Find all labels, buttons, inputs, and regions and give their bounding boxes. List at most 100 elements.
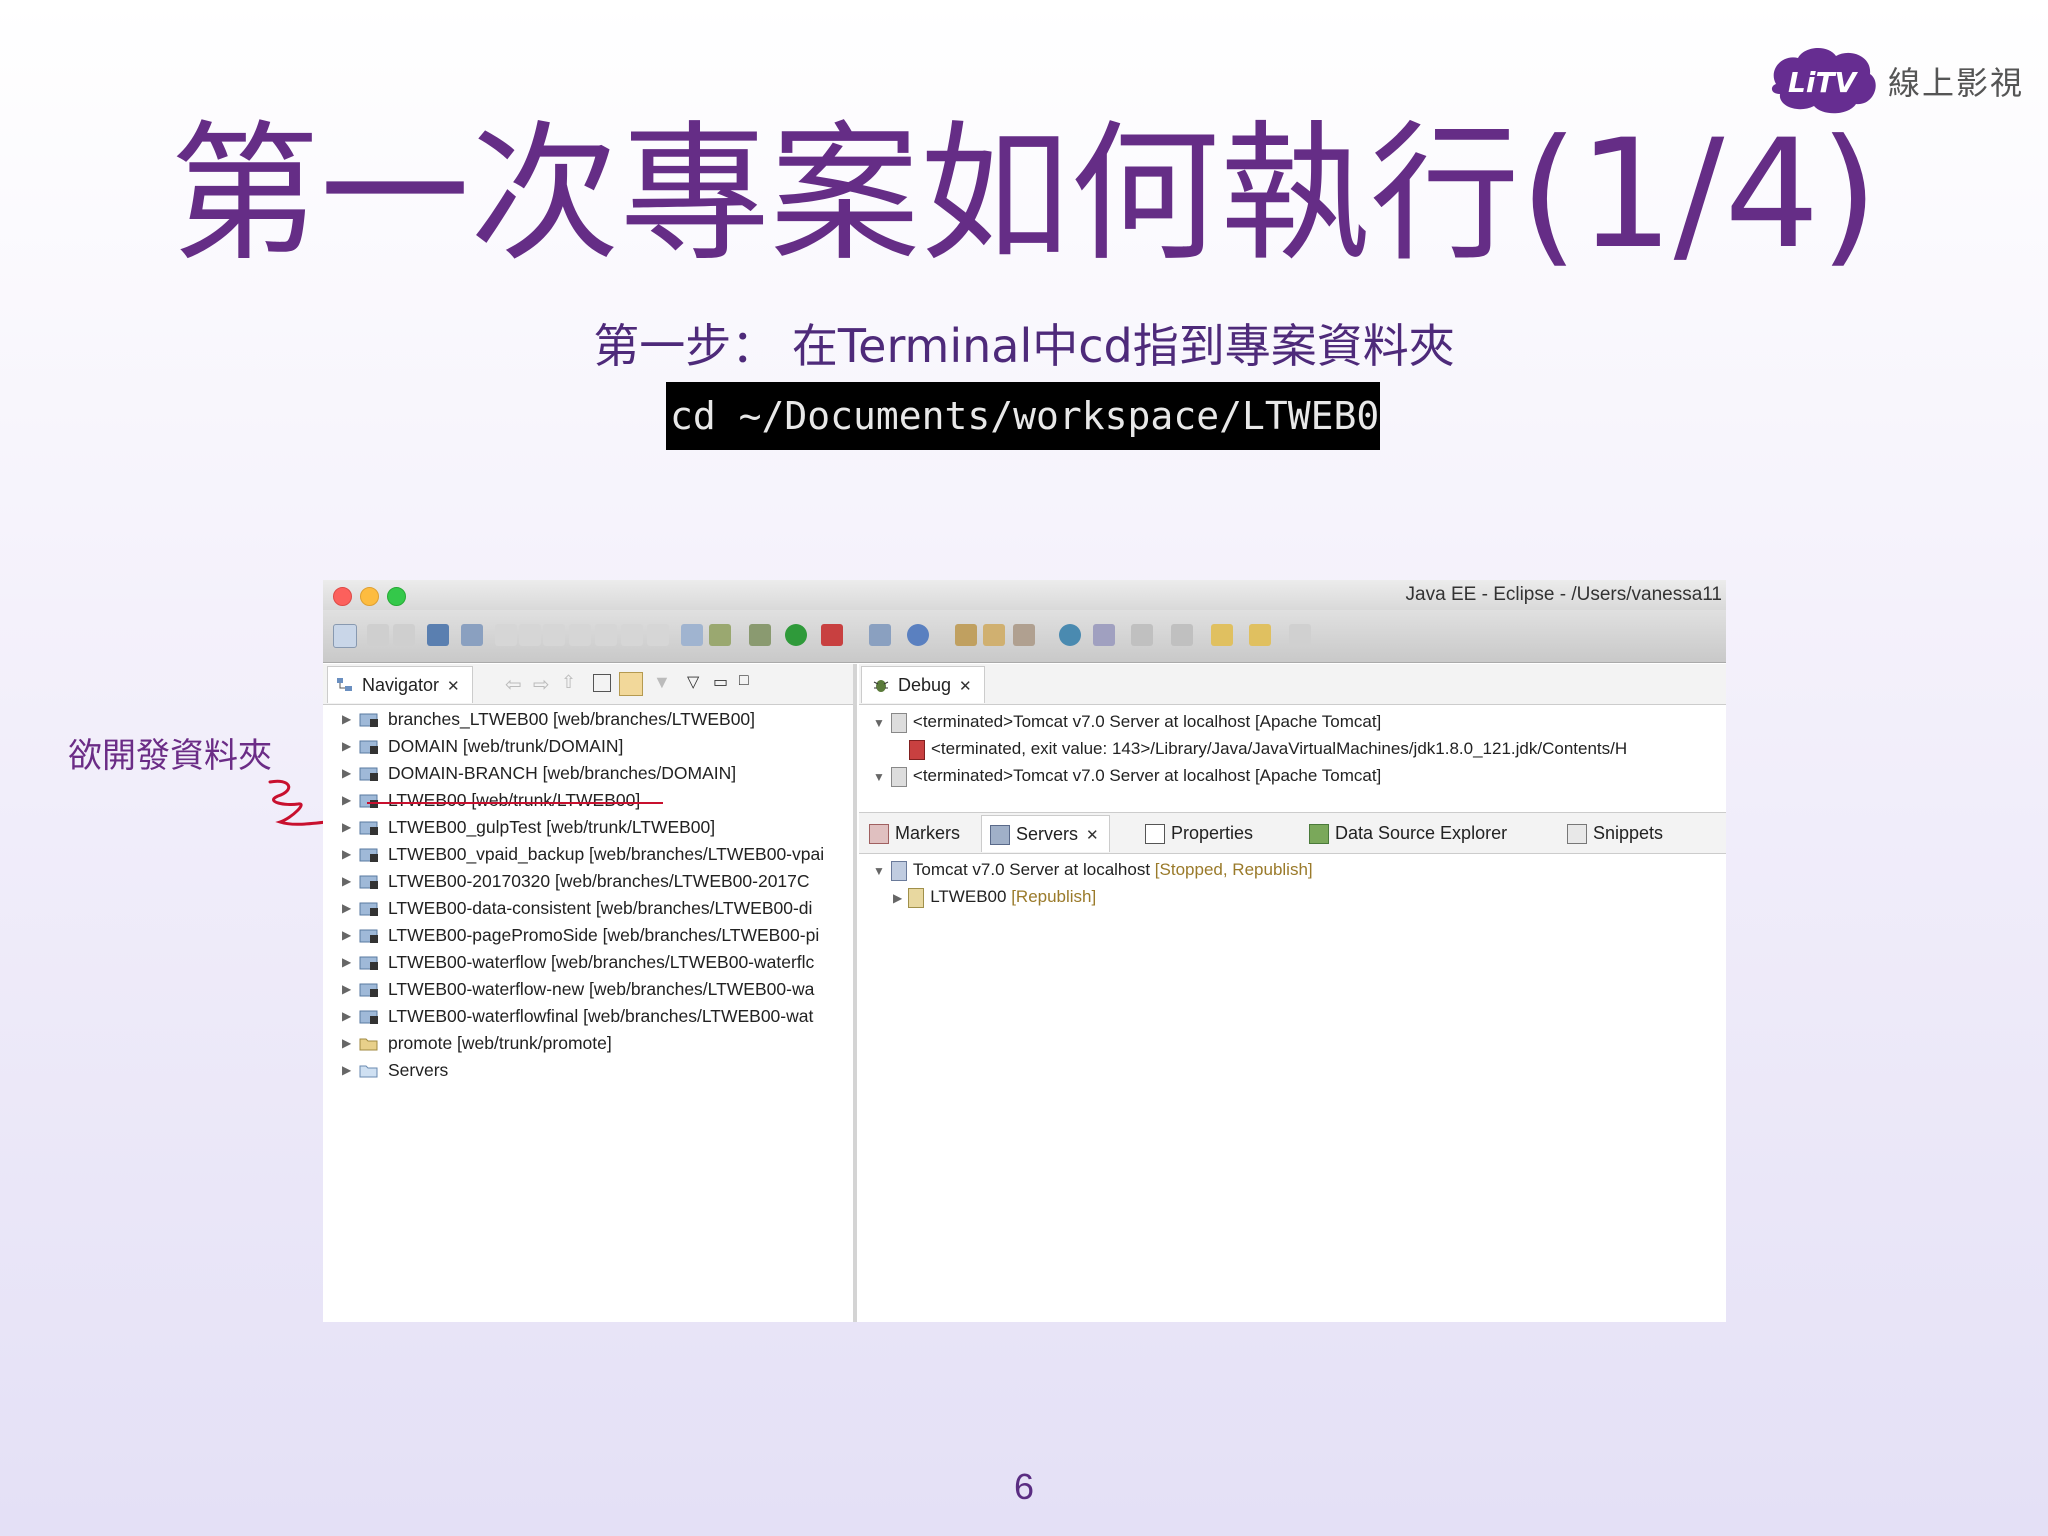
tree-item[interactable]: ▶ DOMAIN-BRANCH [web/branches/DOMAIN]	[323, 760, 853, 787]
maximize-icon[interactable]: □	[739, 672, 761, 694]
debug-process-row[interactable]: <terminated, exit value: 143>/Library/Ja…	[903, 735, 1627, 762]
expand-arrow-icon[interactable]: ▶	[342, 1030, 351, 1057]
tree-item[interactable]: ▶ LTWEB00_vpaid_backup [web/branches/LTWE…	[323, 841, 853, 868]
launch-icon	[890, 712, 907, 733]
tree-item[interactable]: ▶ LTWEB00-waterflow-new [web/branches/LTW…	[323, 976, 853, 1003]
tab-servers[interactable]: Servers ✕	[981, 815, 1110, 852]
collapse-arrow-icon[interactable]: ▼	[873, 716, 885, 730]
expand-arrow-icon[interactable]: ▶	[342, 814, 351, 841]
expand-arrow-icon[interactable]: ▶	[342, 841, 351, 868]
suspend-icon[interactable]	[519, 624, 541, 646]
back-icon[interactable]: ⇦	[505, 672, 527, 696]
expand-arrow-icon[interactable]: ▶	[342, 1003, 351, 1030]
main-toolbar	[323, 610, 1726, 663]
tree-item[interactable]: ▶ branches_LTWEB00 [web/branches/LTWEB00]	[323, 706, 853, 733]
globe-icon[interactable]	[1059, 624, 1081, 646]
close-window-button[interactable]	[333, 587, 352, 606]
back-icon[interactable]	[1249, 624, 1271, 646]
build-icon[interactable]	[709, 624, 731, 646]
new-server-icon[interactable]	[869, 624, 891, 646]
last-edit-icon[interactable]	[1211, 624, 1233, 646]
debug-launch-row[interactable]: ▼ <terminated>Tomcat v7.0 Server at local…	[873, 708, 1381, 735]
expand-arrow-icon[interactable]: ▶	[342, 733, 351, 760]
deploy-icon[interactable]	[907, 624, 929, 646]
expand-arrow-icon[interactable]: ▶	[342, 760, 351, 787]
collapse-all-icon[interactable]	[593, 674, 611, 692]
tree-item[interactable]: ▶ LTWEB00-20170320 [web/branches/LTWEB00-…	[323, 868, 853, 895]
annotation-icon[interactable]	[1093, 624, 1115, 646]
close-icon[interactable]: ✕	[447, 678, 460, 695]
expand-arrow-icon[interactable]: ▶	[342, 706, 351, 733]
next-annotation-icon[interactable]	[1131, 624, 1153, 646]
command-text: cd ~/Documents/workspace/LTWEB00	[670, 394, 1380, 438]
debug-launch-row[interactable]: ▼ <terminated>Tomcat v7.0 Server at local…	[873, 762, 1381, 789]
terminate-icon[interactable]	[543, 624, 565, 646]
minimize-window-button[interactable]	[360, 587, 379, 606]
tree-item[interactable]: ▶ DOMAIN [web/trunk/DOMAIN]	[323, 733, 853, 760]
tree-item[interactable]: ▶ Servers	[323, 1057, 853, 1084]
expand-arrow-icon[interactable]: ▶	[342, 1057, 351, 1084]
tab-snippets[interactable]: Snippets	[1559, 815, 1663, 851]
module-row[interactable]: ▶ LTWEB00 [Republish]	[893, 883, 1096, 910]
open-folder-icon[interactable]	[983, 624, 1005, 646]
expand-arrow-icon[interactable]: ▶	[893, 891, 902, 905]
close-icon[interactable]: ✕	[1086, 827, 1099, 844]
debug-run-icon[interactable]	[749, 624, 771, 646]
filter-icon[interactable]: ▼	[653, 672, 675, 694]
tree-item[interactable]: ▶ LTWEB00-waterflowfinal [web/branches/LT…	[323, 1003, 853, 1030]
up-icon[interactable]: ⇧	[561, 672, 583, 694]
annotation-squiggle	[268, 779, 328, 826]
project-icon	[359, 848, 378, 862]
navigator-pane: Navigator ✕ ⇦ ⇨ ⇧ ▼ ▽ ▭ □ ▶ branches_LTWEB…	[323, 664, 857, 1322]
views-tabbar: Markers Servers ✕ Properties Data Source …	[859, 812, 1726, 854]
expand-arrow-icon[interactable]: ▶	[342, 976, 351, 1003]
external-tools-icon[interactable]	[821, 624, 843, 646]
tab-data-source-explorer[interactable]: Data Source Explorer	[1301, 815, 1507, 851]
step-over-icon[interactable]	[621, 624, 643, 646]
collapse-arrow-icon[interactable]: ▼	[873, 770, 885, 784]
forward-icon[interactable]: ⇨	[533, 672, 555, 696]
terminal-icon[interactable]	[427, 624, 449, 646]
tree-item-selected-project[interactable]: ▶ LTWEB00 [web/trunk/LTWEB00]	[323, 787, 853, 814]
view-menu-icon[interactable]: ▽	[687, 672, 709, 694]
tree-item[interactable]: ▶ LTWEB00-data-consistent [web/branches/L…	[323, 895, 853, 922]
open-type-icon[interactable]	[955, 624, 977, 646]
save-icon[interactable]	[367, 624, 389, 646]
disconnect-icon[interactable]	[569, 624, 591, 646]
expand-arrow-icon[interactable]: ▶	[342, 787, 351, 814]
expand-arrow-icon[interactable]: ▶	[342, 922, 351, 949]
skip-breakpoints-icon[interactable]	[461, 624, 483, 646]
search-icon[interactable]	[1013, 624, 1035, 646]
forward-icon[interactable]	[1289, 624, 1311, 646]
collapse-arrow-icon[interactable]: ▼	[873, 864, 885, 878]
resume-icon[interactable]	[495, 624, 517, 646]
link-with-editor-icon[interactable]	[619, 672, 643, 696]
expand-arrow-icon[interactable]: ▶	[342, 949, 351, 976]
page-number: 6	[1013, 1466, 1035, 1507]
tree-item[interactable]: ▶ LTWEB00_gulpTest [web/trunk/LTWEB00]	[323, 814, 853, 841]
tab-markers[interactable]: Markers	[861, 815, 960, 851]
tree-item[interactable]: ▶ promote [web/trunk/promote]	[323, 1030, 853, 1057]
zoom-window-button[interactable]	[387, 587, 406, 606]
project-icon	[359, 875, 378, 889]
new-icon[interactable]	[333, 624, 357, 648]
servers-icon	[990, 825, 1010, 846]
server-row[interactable]: ▼ Tomcat v7.0 Server at localhost [Stoppe…	[873, 856, 1313, 883]
minimize-icon[interactable]: ▭	[713, 672, 735, 694]
navigator-tree: ▶ branches_LTWEB00 [web/branches/LTWEB00]…	[323, 706, 853, 1084]
expand-arrow-icon[interactable]: ▶	[342, 895, 351, 922]
tab-navigator[interactable]: Navigator ✕	[327, 666, 473, 703]
run-icon[interactable]	[785, 624, 807, 646]
expand-arrow-icon[interactable]: ▶	[342, 868, 351, 895]
step-return-icon[interactable]	[647, 624, 669, 646]
database-icon	[1309, 824, 1329, 845]
tab-debug[interactable]: Debug ✕	[861, 666, 985, 703]
save-all-icon[interactable]	[393, 624, 415, 646]
tab-properties[interactable]: Properties	[1137, 815, 1253, 851]
tree-item[interactable]: ▶ LTWEB00-waterflow [web/branches/LTWEB00…	[323, 949, 853, 976]
step-into-icon[interactable]	[595, 624, 617, 646]
tree-item[interactable]: ▶ LTWEB00-pagePromoSide [web/branches/LTW…	[323, 922, 853, 949]
previous-annotation-icon[interactable]	[1171, 624, 1193, 646]
task-list-icon[interactable]	[681, 624, 703, 646]
close-icon[interactable]: ✕	[959, 678, 972, 695]
